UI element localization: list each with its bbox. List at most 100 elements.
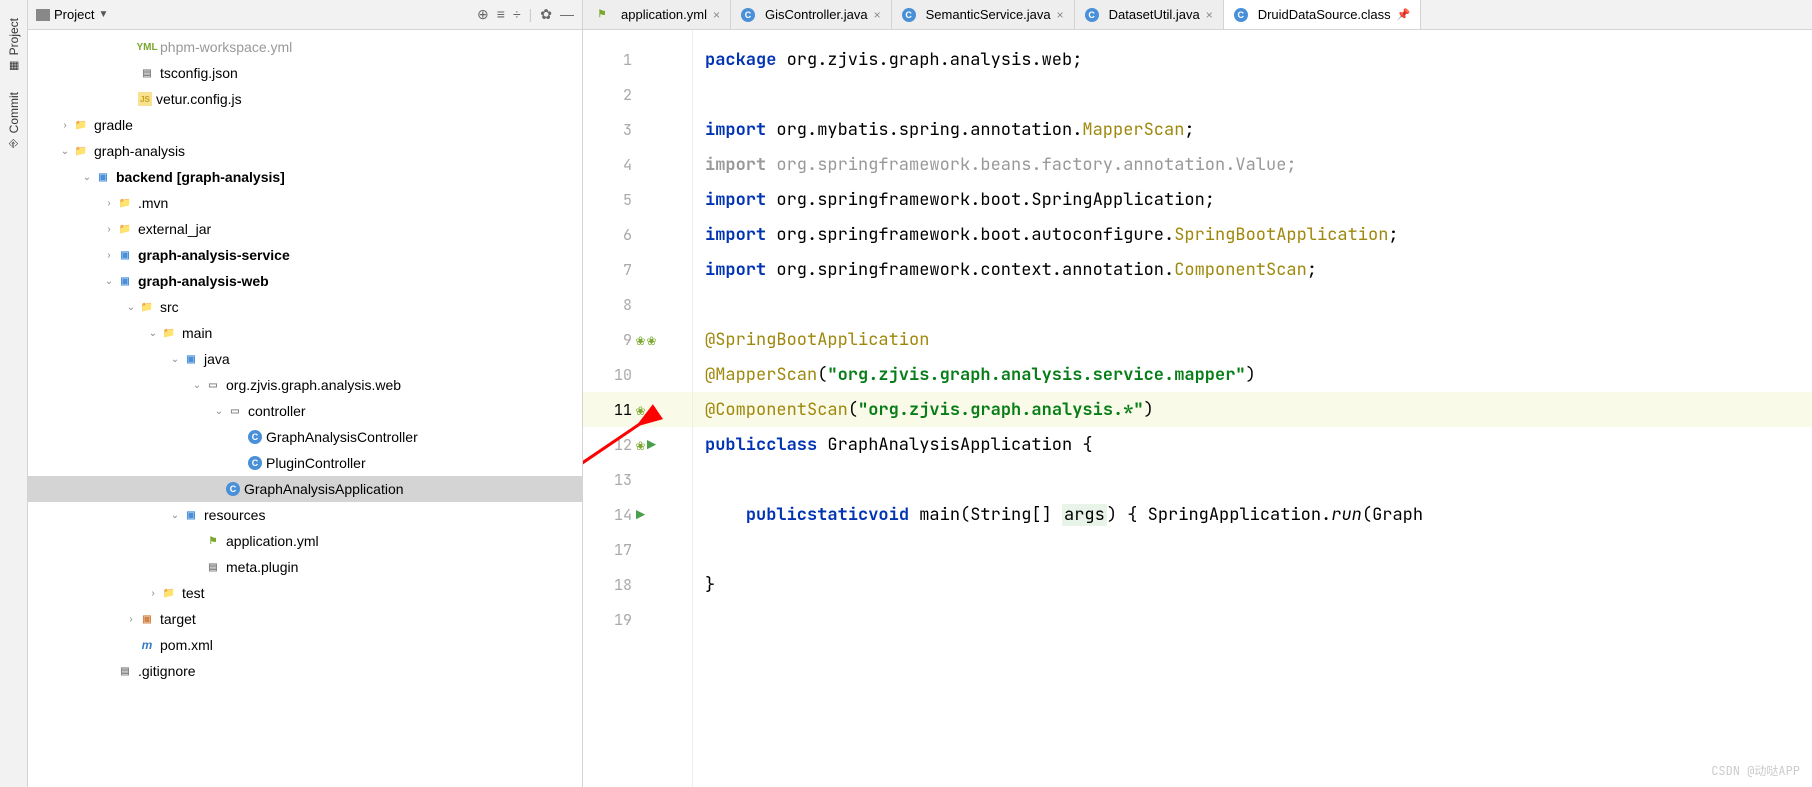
spring-icon[interactable]: ❀ — [636, 435, 645, 455]
chevron-down-icon[interactable]: ⌄ — [212, 406, 226, 417]
code-line[interactable]: import org.mybatis.spring.annotation.Map… — [693, 112, 1812, 147]
chevron-right-icon[interactable]: › — [102, 224, 116, 235]
tree-item-meta-plugin[interactable]: ·▤meta.plugin — [28, 554, 582, 580]
gutter-line[interactable]: 17 — [583, 532, 692, 567]
gutter-line[interactable]: 5 — [583, 182, 692, 217]
hide-icon[interactable]: — — [560, 6, 574, 23]
tree-item-application-yml[interactable]: ·⚑application.yml — [28, 528, 582, 554]
spring-icon[interactable]: ❀ — [636, 330, 645, 350]
code-line[interactable] — [693, 462, 1812, 497]
chevron-right-icon[interactable]: › — [102, 198, 116, 209]
code-line[interactable]: import org.springframework.boot.autoconf… — [693, 217, 1812, 252]
code-line[interactable]: public static void main(String[] args) {… — [693, 497, 1812, 532]
tree-item-graph-analysis[interactable]: ⌄📁graph-analysis — [28, 138, 582, 164]
tree-item-main[interactable]: ⌄📁main — [28, 320, 582, 346]
gutter-line[interactable]: 4 — [583, 147, 692, 182]
pin-icon[interactable]: 📌 — [1397, 8, 1411, 21]
editor-tab-semanticservice-java[interactable]: CSemanticService.java× — [892, 0, 1075, 29]
editor-tab-datasetutil-java[interactable]: CDatasetUtil.java× — [1075, 0, 1224, 29]
close-icon[interactable]: × — [1057, 8, 1064, 22]
tree-item-graph-analysis-service[interactable]: ›▣graph-analysis-service — [28, 242, 582, 268]
project-tree[interactable]: ·YMLphpm-workspace.yml·▤tsconfig.json·JS… — [28, 30, 582, 787]
gutter-line[interactable]: 11❀ — [583, 392, 692, 427]
run-icon[interactable]: ▶ — [647, 435, 656, 455]
editor-tab-application-yml[interactable]: ⚑application.yml× — [583, 0, 731, 29]
tree-item-java[interactable]: ⌄▣java — [28, 346, 582, 372]
code-line[interactable]: package org.zjvis.graph.analysis.web; — [693, 42, 1812, 77]
expand-icon[interactable]: ≡ — [497, 6, 505, 23]
gutter-line[interactable]: 1 — [583, 42, 692, 77]
tree-item-src[interactable]: ⌄📁src — [28, 294, 582, 320]
chevron-right-icon[interactable]: › — [58, 120, 72, 131]
gutter-line[interactable]: 9❀❀ — [583, 322, 692, 357]
tree-item-resources[interactable]: ⌄▣resources — [28, 502, 582, 528]
gutter-line[interactable]: 10 — [583, 357, 692, 392]
code-line[interactable]: import org.springframework.context.annot… — [693, 252, 1812, 287]
tree-item-org-zjvis-graph-analysis-web[interactable]: ⌄▭org.zjvis.graph.analysis.web — [28, 372, 582, 398]
code-line[interactable]: import org.springframework.boot.SpringAp… — [693, 182, 1812, 217]
tree-item-vetur-config-js[interactable]: ·JSvetur.config.js — [28, 86, 582, 112]
tree-item-graphanalysisapplication[interactable]: ·CGraphAnalysisApplication — [28, 476, 582, 502]
project-view-selector[interactable]: Project ▼ — [36, 7, 471, 22]
settings-icon[interactable]: ✿ — [540, 6, 552, 23]
chevron-down-icon[interactable]: ⌄ — [124, 302, 138, 313]
tree-item-backend[interactable]: ⌄▣backend [graph-analysis] — [28, 164, 582, 190]
chevron-down-icon[interactable]: ⌄ — [80, 172, 94, 183]
commit-tool-tab[interactable]: ⎆ Commit — [3, 82, 25, 158]
spring-icon[interactable]: ❀ — [647, 330, 656, 350]
gutter-line[interactable]: 2 — [583, 77, 692, 112]
tree-item-gradle[interactable]: ›📁gradle — [28, 112, 582, 138]
chevron-right-icon[interactable]: › — [102, 250, 116, 261]
tree-item-controller[interactable]: ⌄▭controller — [28, 398, 582, 424]
gutter-line[interactable]: 7 — [583, 252, 692, 287]
chevron-down-icon[interactable]: ⌄ — [146, 328, 160, 339]
tree-item-target[interactable]: ›▣target — [28, 606, 582, 632]
chevron-down-icon[interactable]: ⌄ — [168, 510, 182, 521]
code-line[interactable] — [693, 77, 1812, 112]
code-line[interactable]: public class GraphAnalysisApplication { — [693, 427, 1812, 462]
code-editor[interactable]: package org.zjvis.graph.analysis.web; imp… — [693, 30, 1812, 787]
code-line[interactable]: } — [693, 567, 1812, 602]
gutter-line[interactable]: 12❀▶ — [583, 427, 692, 462]
gutter-line[interactable]: 8 — [583, 287, 692, 322]
code-line[interactable]: @ComponentScan("org.zjvis.graph.analysis… — [693, 392, 1812, 427]
code-line[interactable]: @MapperScan("org.zjvis.graph.analysis.se… — [693, 357, 1812, 392]
code-line[interactable]: import org.springframework.beans.factory… — [693, 147, 1812, 182]
close-icon[interactable]: × — [874, 8, 881, 22]
close-icon[interactable]: × — [1206, 8, 1213, 22]
tree-item-plugincontroller[interactable]: ·CPluginController — [28, 450, 582, 476]
tree-item-phpm-workspace-yml[interactable]: ·YMLphpm-workspace.yml — [28, 34, 582, 60]
run-icon[interactable]: ▶ — [636, 505, 645, 525]
gutter-line[interactable]: 6 — [583, 217, 692, 252]
chevron-down-icon[interactable]: ⌄ — [58, 146, 72, 157]
chevron-down-icon[interactable]: ⌄ — [102, 276, 116, 287]
gutter-line[interactable]: 14▶ — [583, 497, 692, 532]
chevron-down-icon[interactable]: ⌄ — [190, 380, 204, 391]
locate-icon[interactable]: ⊕ — [477, 6, 489, 23]
tree-item--mvn[interactable]: ›📁.mvn — [28, 190, 582, 216]
gutter-line[interactable]: 3 — [583, 112, 692, 147]
gutter-line[interactable]: 19 — [583, 602, 692, 637]
code-line[interactable] — [693, 532, 1812, 567]
tree-item-pom-xml[interactable]: ·mpom.xml — [28, 632, 582, 658]
gutter-line[interactable]: 13 — [583, 462, 692, 497]
tree-item-test[interactable]: ›📁test — [28, 580, 582, 606]
chevron-right-icon[interactable]: › — [124, 614, 138, 625]
tree-item-tsconfig-json[interactable]: ·▤tsconfig.json — [28, 60, 582, 86]
editor-tab-giscontroller-java[interactable]: CGisController.java× — [731, 0, 892, 29]
chevron-right-icon[interactable]: › — [146, 588, 160, 599]
collapse-icon[interactable]: ÷ — [513, 6, 521, 23]
tree-item-external-jar[interactable]: ›📁external_jar — [28, 216, 582, 242]
code-line[interactable]: @SpringBootApplication — [693, 322, 1812, 357]
project-tool-tab[interactable]: ▦ Project — [3, 8, 25, 82]
chevron-down-icon[interactable]: ⌄ — [168, 354, 182, 365]
code-line[interactable] — [693, 602, 1812, 637]
gutter-line[interactable]: 18 — [583, 567, 692, 602]
tree-item-graphanalysiscontroller[interactable]: ·CGraphAnalysisController — [28, 424, 582, 450]
editor-tab-druiddatasource-class[interactable]: CDruidDataSource.class📌 — [1224, 0, 1422, 29]
tree-item-graph-analysis-web[interactable]: ⌄▣graph-analysis-web — [28, 268, 582, 294]
code-line[interactable] — [693, 287, 1812, 322]
tree-item--gitignore[interactable]: ·▤.gitignore — [28, 658, 582, 684]
spring-icon[interactable]: ❀ — [636, 400, 645, 420]
close-icon[interactable]: × — [713, 8, 720, 22]
